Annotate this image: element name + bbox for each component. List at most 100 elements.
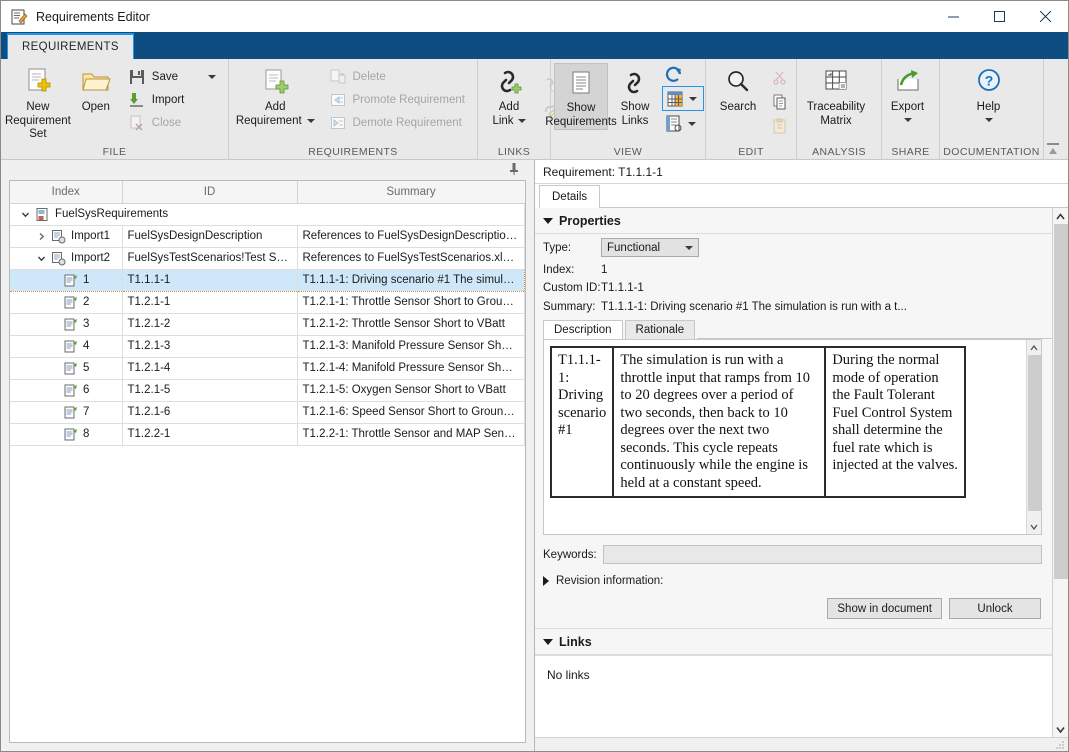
save-button[interactable]: Save xyxy=(123,65,222,88)
unlock-button[interactable]: Unlock xyxy=(949,598,1041,619)
revision-information-row[interactable]: Revision information: xyxy=(535,564,1052,587)
links-section-header[interactable]: Links xyxy=(535,628,1052,655)
show-links-button[interactable]: Show Links xyxy=(608,63,662,128)
scroll-up-icon[interactable] xyxy=(1053,208,1069,224)
column-header-summary[interactable]: Summary xyxy=(297,181,525,203)
row-summary-cell[interactable]: T1.2.1-2: Throttle Sensor Short to VBatt xyxy=(297,313,525,335)
row-summary-cell[interactable]: T1.2.1-4: Manifold Pressure Sensor Short… xyxy=(297,357,525,379)
pin-icon[interactable] xyxy=(508,162,520,179)
row-summary-cell[interactable]: T1.2.1-3: Manifold Pressure Sensor Short… xyxy=(297,335,525,357)
row-index-cell[interactable]: 2 xyxy=(10,291,122,313)
columns-button[interactable] xyxy=(662,86,704,111)
chevron-right-icon[interactable] xyxy=(543,576,549,586)
collapse-ribbon-icon[interactable] xyxy=(1044,141,1062,157)
details-pane-scrollbar[interactable] xyxy=(1052,208,1068,737)
row-id-cell[interactable]: FuelSysDesignDescription xyxy=(122,225,297,247)
table-row[interactable]: 7 T1.2.1-6 T1.2.1-6: Speed Sensor Short … xyxy=(10,401,525,423)
row-index-cell[interactable]: 3 xyxy=(10,313,122,335)
help-dropdown-caret[interactable] xyxy=(985,118,993,122)
column-header-index[interactable]: Index xyxy=(10,181,122,203)
save-dropdown-caret[interactable] xyxy=(208,75,216,79)
row-summary-cell[interactable]: T1.2.2-1: Throttle Sensor and MAP Sensor… xyxy=(297,423,525,445)
add-link-button[interactable]: Add Link xyxy=(482,63,536,128)
row-summary-cell[interactable]: T1.2.1-1: Throttle Sensor Short to Groun… xyxy=(297,291,525,313)
resize-grip-icon[interactable] xyxy=(1054,739,1066,751)
tab-rationale[interactable]: Rationale xyxy=(625,320,696,339)
properties-section-header[interactable]: Properties xyxy=(535,208,1052,234)
row-index-cell[interactable]: 1 xyxy=(10,269,122,291)
row-id-cell[interactable]: FuelSysTestScenarios!Test Scen... xyxy=(122,247,297,269)
chevron-right-icon[interactable] xyxy=(33,232,49,241)
chevron-down-icon[interactable] xyxy=(543,639,553,645)
show-in-document-button[interactable]: Show in document xyxy=(827,598,942,619)
columns-dropdown-caret[interactable] xyxy=(689,97,697,101)
show-requirements-button[interactable]: Show Requirements xyxy=(554,63,608,130)
row-index-cell[interactable]: Import1 xyxy=(10,225,122,247)
scroll-up-icon[interactable] xyxy=(1027,340,1042,355)
close-icon[interactable] xyxy=(1022,1,1068,32)
row-index-cell[interactable]: 5 xyxy=(10,357,122,379)
row-index-cell[interactable]: 4 xyxy=(10,335,122,357)
export-button[interactable]: Export xyxy=(881,63,935,122)
keywords-input[interactable] xyxy=(603,545,1042,564)
chevron-down-icon[interactable] xyxy=(33,254,49,263)
add-requirement-button[interactable]: Add Requirement xyxy=(235,63,316,128)
maximize-icon[interactable] xyxy=(976,1,1022,32)
row-id-cell[interactable]: T1.2.1-3 xyxy=(122,335,297,357)
details-scroll-track[interactable] xyxy=(1054,224,1068,721)
row-index-cell[interactable]: FuelSysRequirements xyxy=(10,203,525,225)
view-settings-dropdown-caret[interactable] xyxy=(688,122,696,126)
open-button[interactable]: Open xyxy=(69,63,123,115)
row-id-cell[interactable]: T1.2.2-1 xyxy=(122,423,297,445)
row-summary-cell[interactable]: T1.1.1-1: Driving scenario #1 The simula… xyxy=(297,269,525,291)
search-button[interactable]: Search xyxy=(711,63,765,115)
row-id-cell[interactable]: T1.2.1-1 xyxy=(122,291,297,313)
table-row[interactable]: 1 T1.1.1-1 T1.1.1-1: Driving scenario #1… xyxy=(10,269,525,291)
table-row[interactable]: FuelSysRequirements xyxy=(10,203,525,225)
description-scrollbar[interactable] xyxy=(1026,340,1041,534)
chevron-down-icon[interactable] xyxy=(543,218,553,224)
description-scroll-track[interactable] xyxy=(1028,355,1041,519)
row-index-cell[interactable]: 6 xyxy=(10,379,122,401)
traceability-matrix-button[interactable]: Traceability Matrix xyxy=(797,63,875,128)
row-index-cell[interactable]: Import2 xyxy=(10,247,122,269)
export-dropdown-caret[interactable] xyxy=(904,118,912,122)
column-header-id[interactable]: ID xyxy=(122,181,297,203)
description-box[interactable]: T1.1.1-1: Driving scenario #1 The simula… xyxy=(543,339,1042,535)
row-summary-cell[interactable]: References to FuelSysDesignDescription.d… xyxy=(297,225,525,247)
table-row[interactable]: 6 T1.2.1-5 T1.2.1-5: Oxygen Sensor Short… xyxy=(10,379,525,401)
row-id-cell[interactable]: T1.2.1-6 xyxy=(122,401,297,423)
table-row[interactable]: Import2 FuelSysTestScenarios!Test Scen..… xyxy=(10,247,525,269)
details-scroll-thumb[interactable] xyxy=(1054,224,1068,579)
table-row[interactable]: 8 T1.2.2-1 T1.2.2-1: Throttle Sensor and… xyxy=(10,423,525,445)
scroll-down-icon[interactable] xyxy=(1053,721,1069,737)
copy-button[interactable] xyxy=(765,90,794,114)
table-row[interactable]: 2 T1.2.1-1 T1.2.1-1: Throttle Sensor Sho… xyxy=(10,291,525,313)
scroll-down-icon[interactable] xyxy=(1027,519,1042,534)
description-scroll-thumb[interactable] xyxy=(1028,355,1041,511)
table-row[interactable]: 5 T1.2.1-4 T1.2.1-4: Manifold Pressure S… xyxy=(10,357,525,379)
tab-requirements[interactable]: REQUIREMENTS xyxy=(7,33,134,59)
table-row[interactable]: 3 T1.2.1-2 T1.2.1-2: Throttle Sensor Sho… xyxy=(10,313,525,335)
row-summary-cell[interactable]: T1.2.1-6: Speed Sensor Short to Ground, … xyxy=(297,401,525,423)
tab-details[interactable]: Details xyxy=(539,185,600,208)
chevron-down-icon[interactable] xyxy=(17,210,33,219)
row-index-cell[interactable]: 8 xyxy=(10,423,122,445)
import-button[interactable]: Import xyxy=(123,88,222,111)
minimize-icon[interactable] xyxy=(930,1,976,32)
row-id-cell[interactable]: T1.1.1-1 xyxy=(122,269,297,291)
tab-description[interactable]: Description xyxy=(543,320,623,339)
view-settings-button[interactable] xyxy=(662,111,704,136)
row-summary-cell[interactable]: T1.2.1-5: Oxygen Sensor Short to VBatt xyxy=(297,379,525,401)
row-summary-cell[interactable]: References to FuelSysTestScenarios.xlsx … xyxy=(297,247,525,269)
row-id-cell[interactable]: T1.2.1-2 xyxy=(122,313,297,335)
table-row[interactable]: Import1 FuelSysDesignDescription Referen… xyxy=(10,225,525,247)
refresh-button[interactable] xyxy=(662,64,704,86)
help-button[interactable]: ? Help xyxy=(962,63,1016,122)
table-row[interactable]: 4 T1.2.1-3 T1.2.1-3: Manifold Pressure S… xyxy=(10,335,525,357)
row-id-cell[interactable]: T1.2.1-4 xyxy=(122,357,297,379)
row-id-cell[interactable]: T1.2.1-5 xyxy=(122,379,297,401)
new-requirement-set-button[interactable]: New Requirement Set xyxy=(7,63,69,142)
row-index-cell[interactable]: 7 xyxy=(10,401,122,423)
add-link-dropdown-caret[interactable] xyxy=(518,119,526,123)
